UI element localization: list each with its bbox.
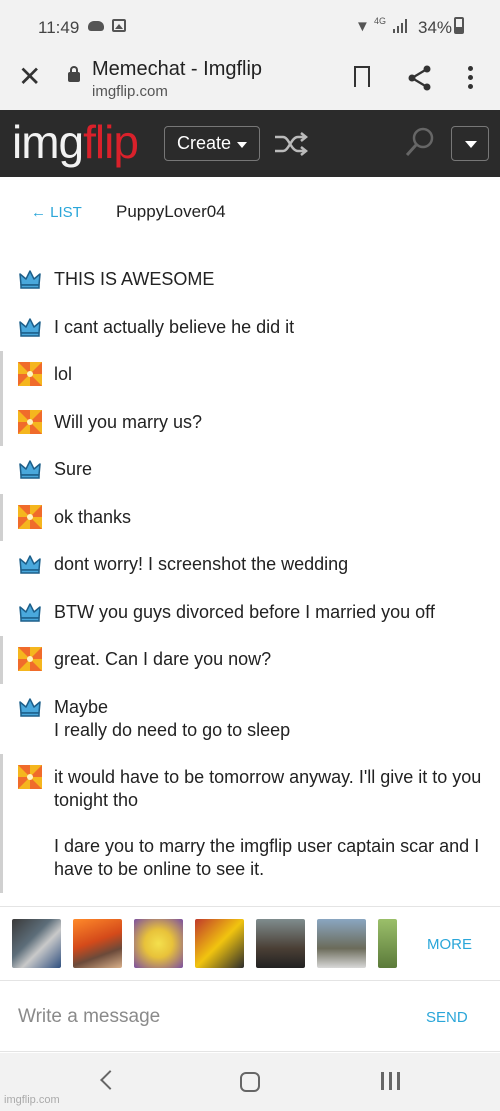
message-text: I cant actually believe he did it	[54, 316, 295, 337]
crown-avatar-icon[interactable]	[18, 457, 42, 481]
cloud-icon	[88, 21, 104, 31]
network-type: 4G	[374, 16, 387, 26]
meme-thumbnail[interactable]	[195, 919, 244, 968]
message-text: THIS IS AWESOME	[54, 269, 215, 289]
message-text: ok thanks	[54, 506, 132, 527]
wifi-icon: ▼	[355, 18, 370, 35]
message-row: lol	[0, 351, 500, 399]
crown-avatar-icon[interactable]	[18, 695, 42, 719]
meme-picker: MORE	[0, 906, 500, 981]
create-button[interactable]: Create	[164, 126, 260, 161]
message-row: Maybe I really do need to go to sleep	[0, 684, 500, 754]
back-to-list-link[interactable]: ← LIST	[31, 204, 82, 221]
message-row: it would have to be tomorrow anyway. I'l…	[0, 753, 500, 893]
back-icon[interactable]	[100, 1070, 120, 1090]
home-icon[interactable]	[240, 1072, 260, 1092]
message-row: THIS IS AWESOME	[0, 256, 500, 304]
message-text: Sure	[54, 459, 93, 479]
menu-dropdown-button[interactable]	[451, 126, 489, 161]
battery-percent: 34%	[418, 18, 453, 37]
message-row: I cant actually believe he did it	[0, 304, 500, 352]
pinwheel-avatar-icon[interactable]	[18, 409, 42, 434]
crown-avatar-icon[interactable]	[18, 552, 42, 576]
watermark: imgflip.com	[4, 1094, 60, 1106]
bookmark-icon[interactable]	[354, 66, 370, 88]
meme-thumbnail[interactable]	[378, 919, 397, 968]
shuffle-icon[interactable]	[274, 132, 308, 156]
send-button[interactable]: SEND	[426, 1009, 468, 1026]
message-text: lol	[54, 364, 73, 384]
caret-down-icon	[237, 142, 247, 148]
message-input[interactable]	[10, 1000, 400, 1034]
message-row: ok thanks	[0, 493, 500, 542]
message-composer: SEND	[0, 982, 500, 1052]
pinwheel-avatar-icon[interactable]	[18, 647, 42, 671]
crown-avatar-icon[interactable]	[18, 600, 42, 624]
signal-icon	[393, 19, 407, 33]
pinwheel-avatar-icon[interactable]	[18, 504, 42, 529]
system-nav-bar	[0, 1053, 500, 1111]
recent-apps-icon[interactable]	[381, 1072, 401, 1092]
more-memes-button[interactable]: MORE	[427, 936, 472, 953]
crown-avatar-icon[interactable]	[18, 267, 42, 291]
browser-url[interactable]: imgflip.com	[92, 83, 168, 100]
message-text: dont worry! I screenshot the wedding	[54, 554, 349, 574]
message-row: Will you marry us?	[0, 398, 500, 447]
close-icon[interactable]: ✕	[18, 62, 41, 92]
search-icon[interactable]	[404, 126, 436, 158]
message-text: great. Can I dare you now?	[54, 649, 272, 669]
conversation-partner-name[interactable]: PuppyLover04	[116, 202, 226, 222]
site-header: imgflip Create	[0, 110, 500, 177]
status-time: 11:49	[38, 18, 80, 37]
image-notification-icon	[112, 19, 126, 32]
meme-thumbnail[interactable]	[134, 919, 183, 968]
imgflip-logo[interactable]: imgflip	[12, 118, 139, 166]
meme-thumbnail[interactable]	[73, 919, 122, 968]
meme-thumbnail[interactable]	[12, 919, 61, 968]
browser-toolbar: ✕ Memechat - Imgflip imgflip.com	[0, 52, 500, 110]
lock-icon	[68, 66, 80, 82]
message-text: it would have to be tomorrow anyway. I'l…	[54, 766, 482, 879]
conversation-header: ← LIST PuppyLover04	[0, 190, 500, 234]
message-row: great. Can I dare you now?	[0, 636, 500, 684]
message-list: THIS IS AWESOME I cant actually believe h…	[0, 256, 500, 893]
meme-thumbnail[interactable]	[317, 919, 366, 968]
pinwheel-avatar-icon[interactable]	[18, 764, 42, 789]
message-row: BTW you guys divorced before I married y…	[0, 589, 500, 637]
browser-page-title: Memechat - Imgflip	[92, 58, 263, 80]
more-vert-icon[interactable]	[468, 66, 474, 90]
pinwheel-avatar-icon[interactable]	[18, 362, 42, 386]
caret-down-icon	[465, 141, 477, 148]
share-icon[interactable]	[406, 64, 434, 92]
meme-thumbnail[interactable]	[256, 919, 305, 968]
crown-avatar-icon[interactable]	[18, 315, 42, 339]
message-text: BTW you guys divorced before I married y…	[54, 601, 435, 622]
message-row: Sure	[0, 446, 500, 494]
message-text: Will you marry us?	[54, 411, 203, 432]
battery-icon	[454, 17, 464, 34]
message-row: dont worry! I screenshot the wedding	[0, 541, 500, 589]
create-button-label: Create	[177, 133, 232, 153]
status-bar: 11:49 ▼ 4G 34%	[0, 0, 500, 52]
message-text: Maybe I really do need to go to sleep	[54, 696, 291, 740]
